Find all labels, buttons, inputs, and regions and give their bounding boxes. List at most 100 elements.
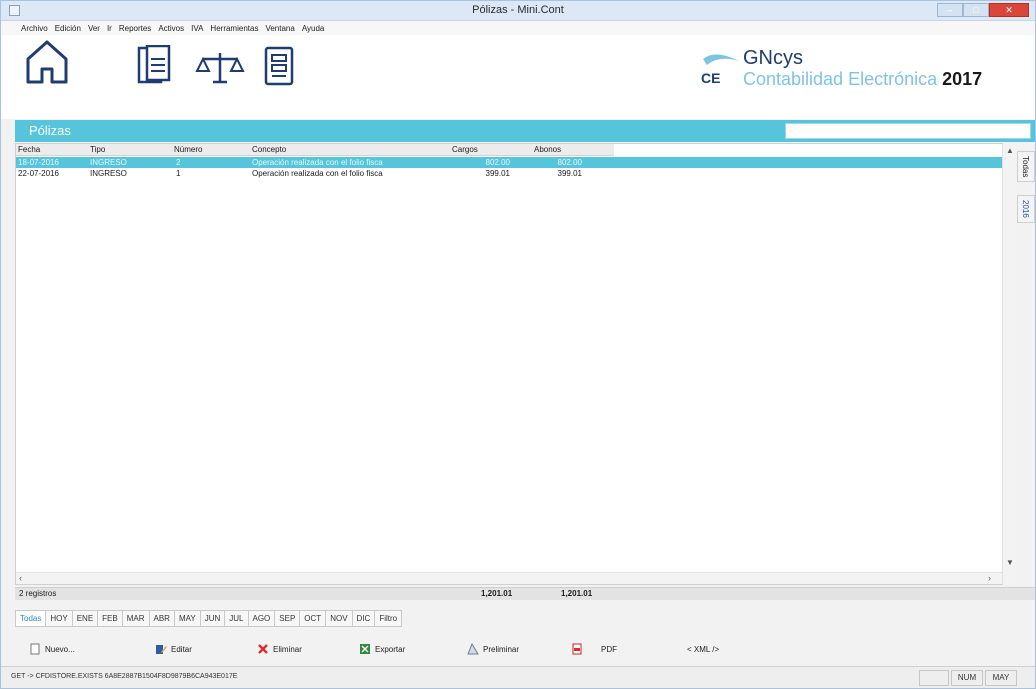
- pdf-button[interactable]: PDF: [571, 639, 617, 659]
- section-title: Pólizas: [29, 123, 71, 138]
- tab-ago[interactable]: AGO: [248, 610, 276, 627]
- pdf-icon: [572, 643, 582, 655]
- title-bar[interactable]: Pólizas - Mini.Cont – □ ✕: [1, 1, 1035, 21]
- menu-ir[interactable]: Ir: [107, 24, 112, 33]
- side-tab-label: 2016: [1021, 200, 1030, 218]
- tab-ene[interactable]: ENE: [72, 610, 99, 627]
- record-count: 2 registros: [19, 589, 57, 598]
- menu-bar: Archivo Edición Ver Ir Reportes Activos …: [1, 21, 1035, 35]
- preview-button-label: Preliminar: [483, 644, 520, 654]
- menu-ventana[interactable]: Ventana: [265, 24, 294, 33]
- tab-jun[interactable]: JUN: [200, 610, 226, 627]
- table-row[interactable]: 18-07-2016 INGRESO 2 Operación realizada…: [16, 157, 1002, 168]
- cell-numero: 1: [176, 169, 181, 178]
- tab-may[interactable]: MAY: [174, 610, 201, 627]
- export-button[interactable]: Exportar: [359, 639, 405, 659]
- preview-button[interactable]: Preliminar: [467, 639, 519, 659]
- report-document-icon[interactable]: [263, 45, 295, 87]
- horizontal-scrollbar[interactable]: ‹ ›: [16, 572, 1002, 584]
- num-lock-indicator: NUM: [951, 670, 983, 686]
- polizas-table: Fecha Tipo Número Concepto Cargos Abonos…: [15, 143, 1016, 585]
- action-bar: Nuevo... Editar Eliminar Exportar Prelim…: [15, 639, 1025, 659]
- search-input[interactable]: [785, 123, 1031, 139]
- side-tab-label: Todas: [1021, 156, 1030, 178]
- delete-button-label: Eliminar: [273, 644, 302, 654]
- xml-button-label: < XML />: [687, 644, 720, 654]
- menu-archivo[interactable]: Archivo: [21, 24, 48, 33]
- edit-button[interactable]: Editar: [155, 639, 192, 659]
- table-row[interactable]: 22-07-2016 INGRESO 1 Operación realizada…: [16, 168, 1002, 179]
- cell-numero: 2: [176, 158, 181, 167]
- column-header-concepto[interactable]: Concepto: [252, 144, 286, 155]
- column-header-cargos[interactable]: Cargos: [452, 144, 478, 155]
- brand-mark-text: CE: [701, 70, 720, 86]
- brand-name: GNcys: [743, 47, 803, 69]
- app-window: Pólizas - Mini.Cont – □ ✕ Archivo Edició…: [0, 0, 1036, 689]
- maximize-button[interactable]: □: [963, 3, 989, 17]
- pdf-button-label: PDF: [601, 644, 617, 654]
- cell-fecha: 22-07-2016: [18, 169, 59, 178]
- vertical-scrollbar[interactable]: ▲ ▼: [1002, 144, 1016, 584]
- menu-edicion[interactable]: Edición: [55, 24, 81, 33]
- cell-cargos: 399.01: [485, 169, 510, 178]
- polizas-document-icon[interactable]: [137, 45, 177, 85]
- section-header: Pólizas: [15, 120, 1035, 142]
- total-cargos: 1,201.01: [481, 589, 513, 598]
- tab-hoy[interactable]: HOY: [46, 610, 73, 627]
- side-tab-2016[interactable]: 2016: [1017, 195, 1035, 223]
- menu-iva[interactable]: IVA: [191, 24, 203, 33]
- brand-subtitle: Contabilidad Electrónica 2017: [743, 69, 982, 90]
- edit-button-label: Editar: [171, 644, 192, 654]
- table-header: Fecha Tipo Número Concepto Cargos Abonos: [16, 144, 614, 156]
- brand-subtitle-text: Contabilidad Electrónica: [743, 69, 938, 89]
- close-icon: ✕: [1005, 5, 1013, 15]
- column-header-numero[interactable]: Número: [174, 144, 202, 155]
- status-bar: GET -> CFDISTORE.EXISTS 6A8E2887B1504F8D…: [1, 666, 1035, 688]
- delete-icon: [258, 644, 268, 654]
- tab-sep[interactable]: SEP: [275, 610, 301, 627]
- tab-mar[interactable]: MAR: [122, 610, 150, 627]
- tab-nov[interactable]: NOV: [326, 610, 353, 627]
- status-panel-empty: [919, 670, 949, 686]
- tab-todas[interactable]: Todas: [15, 610, 47, 627]
- column-header-abonos[interactable]: Abonos: [534, 144, 561, 155]
- tab-filtro[interactable]: Filtro: [375, 610, 403, 627]
- scroll-down-icon[interactable]: ▼: [1003, 558, 1017, 567]
- edit-icon: [156, 645, 167, 654]
- caps-lock-indicator: MAY: [985, 670, 1017, 686]
- tab-oct[interactable]: OCT: [300, 610, 327, 627]
- cell-fecha: 18-07-2016: [18, 158, 59, 167]
- column-header-fecha[interactable]: Fecha: [18, 144, 40, 155]
- new-button-label: Nuevo...: [45, 644, 75, 654]
- menu-reportes[interactable]: Reportes: [119, 24, 151, 33]
- close-button[interactable]: ✕: [989, 3, 1029, 17]
- tab-dic[interactable]: DIC: [352, 610, 376, 627]
- brand-year: 2017: [942, 69, 983, 89]
- cell-concepto: Operación realizada con el folio fisca: [252, 158, 383, 167]
- cell-abonos: 399.01: [557, 169, 582, 178]
- menu-ver[interactable]: Ver: [88, 24, 100, 33]
- totals-bar: 2 registros 1,201.01 1,201.01: [15, 587, 1035, 600]
- column-header-tipo[interactable]: Tipo: [90, 144, 105, 155]
- menu-ayuda[interactable]: Ayuda: [302, 24, 325, 33]
- scroll-right-icon[interactable]: ›: [988, 573, 991, 584]
- tab-feb[interactable]: FEB: [98, 610, 123, 627]
- scroll-left-icon[interactable]: ‹: [19, 573, 22, 584]
- delete-button[interactable]: Eliminar: [257, 639, 302, 659]
- xml-button[interactable]: < XML />: [687, 639, 719, 659]
- home-icon[interactable]: [25, 39, 69, 85]
- menu-activos[interactable]: Activos: [158, 24, 184, 33]
- cell-abonos: 802.00: [557, 158, 582, 167]
- minimize-button[interactable]: –: [937, 3, 963, 17]
- scroll-up-icon[interactable]: ▲: [1003, 146, 1017, 155]
- balance-scale-icon[interactable]: [195, 49, 245, 85]
- status-message: GET -> CFDISTORE.EXISTS 6A8E2887B1504F8D…: [11, 673, 238, 680]
- menu-herramientas[interactable]: Herramientas: [210, 24, 258, 33]
- side-tab-todas[interactable]: Todas: [1017, 151, 1035, 183]
- gncys-logo-icon: CE: [701, 54, 739, 86]
- tab-jul[interactable]: JUL: [225, 610, 249, 627]
- cell-concepto: Operación realizada con el folio fisca: [252, 169, 383, 178]
- new-document-icon: [30, 643, 40, 655]
- new-button[interactable]: Nuevo...: [29, 639, 75, 659]
- tab-abr[interactable]: ABR: [149, 610, 175, 627]
